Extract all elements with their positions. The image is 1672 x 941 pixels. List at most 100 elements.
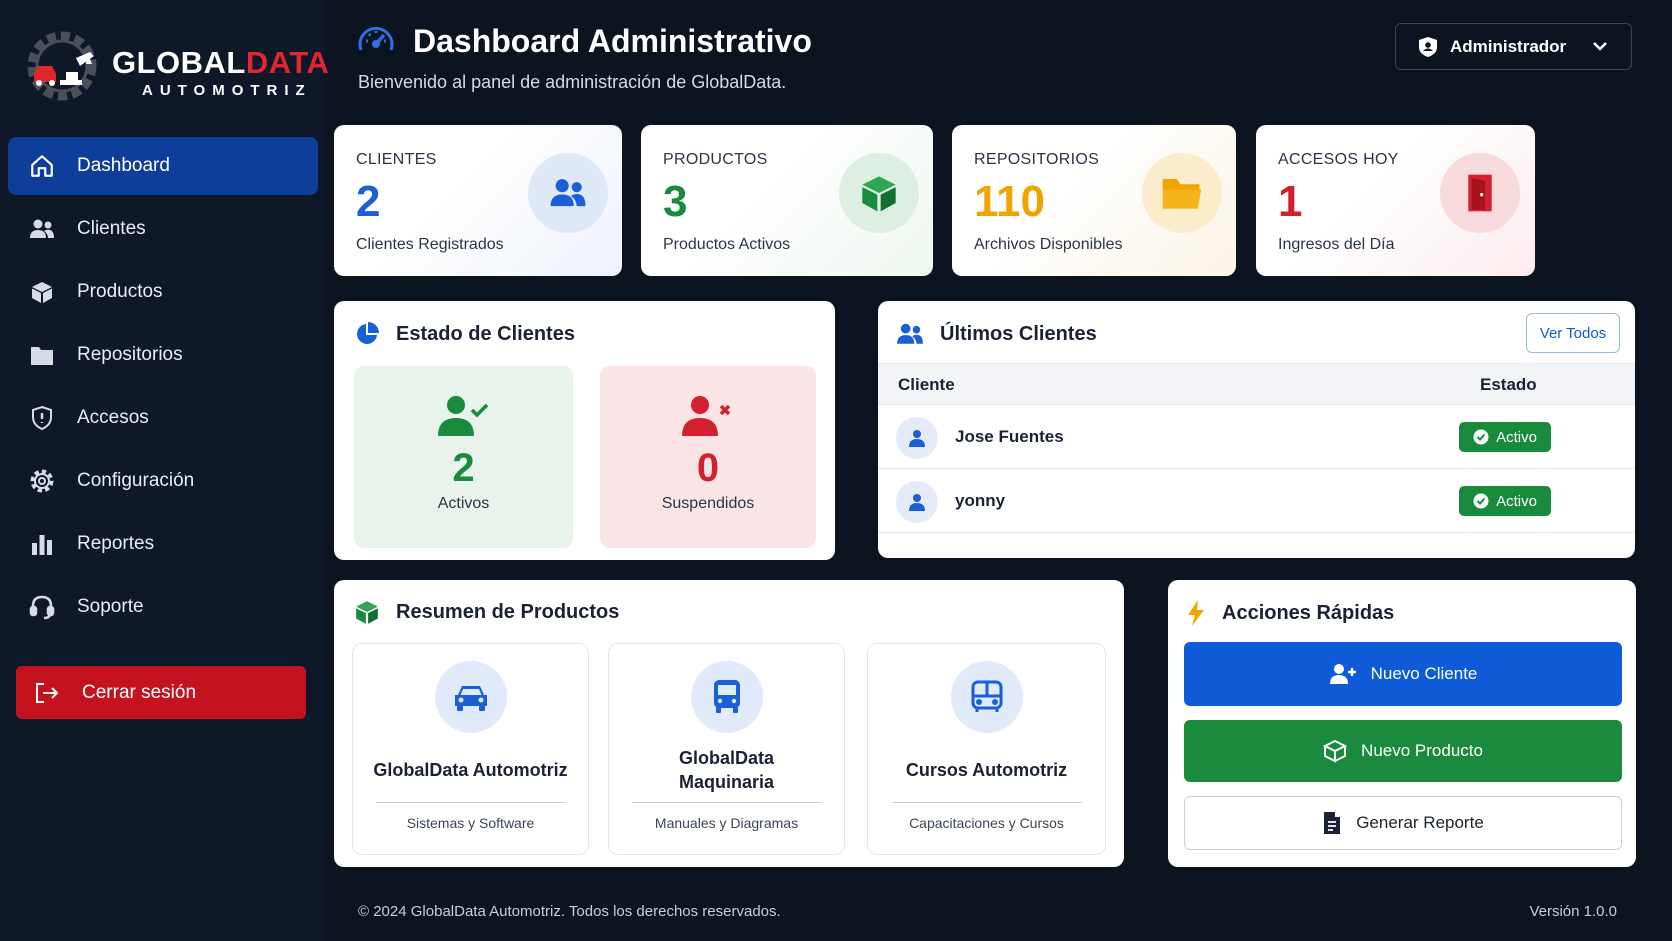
footer-version: Versión 1.0.0: [1529, 903, 1617, 920]
box-icon: [354, 599, 380, 625]
sidebar-item-productos[interactable]: Productos: [8, 263, 318, 321]
product-card-cursos[interactable]: Cursos Automotriz Capacitaciones y Curso…: [867, 643, 1106, 855]
stat-desc: Ingresos del Día: [1278, 236, 1395, 253]
estado-activos[interactable]: 2 Activos: [354, 366, 573, 548]
main-content: Dashboard Administrativo Bienvenido al p…: [325, 0, 1672, 941]
logout-button[interactable]: Cerrar sesión: [16, 666, 306, 719]
product-name: GlobalData Automotriz: [373, 760, 568, 780]
stat-value: 110: [974, 177, 1045, 226]
product-sub: Capacitaciones y Cursos: [909, 815, 1064, 831]
col-cliente[interactable]: Cliente: [898, 375, 955, 395]
sidebar-item-label: Dashboard: [77, 155, 170, 176]
stat-desc: Clientes Registrados: [356, 236, 504, 253]
sidebar-item-accesos[interactable]: Accesos: [8, 389, 318, 447]
box-icon: [28, 278, 56, 306]
home-icon: [28, 152, 56, 180]
user-role: Administrador: [1450, 36, 1567, 56]
status-badge: Activo: [1459, 422, 1551, 452]
nuevo-producto-button[interactable]: Nuevo Producto: [1184, 720, 1622, 782]
box-icon: [839, 153, 919, 233]
shield-icon: [28, 404, 56, 432]
sidebar-item-label: Clientes: [77, 218, 146, 239]
nuevo-cliente-button[interactable]: Nuevo Cliente: [1184, 642, 1622, 706]
card-title: Últimos Clientes: [896, 322, 1097, 346]
brand-subtitle: AUTOMOTRIZ: [142, 82, 312, 99]
sidebar-item-label: Soporte: [77, 596, 144, 617]
card-title: Acciones Rápidas: [1186, 599, 1394, 627]
stat-label: ACCESOS HOY: [1278, 151, 1399, 168]
footer-copyright: © 2024 GlobalData Automotriz. Todos los …: [358, 903, 781, 920]
users-icon: [896, 322, 924, 346]
stat-card-clientes[interactable]: CLIENTES 2 Clientes Registrados: [334, 125, 622, 276]
users-icon: [528, 153, 608, 233]
acciones-rapidas-card: Acciones Rápidas Nuevo Cliente Nuevo Pro…: [1168, 580, 1636, 867]
product-card-automotriz[interactable]: GlobalData Automotriz Sistemas y Softwar…: [352, 643, 589, 855]
resumen-productos-card: Resumen de Productos GlobalData Automotr…: [334, 580, 1124, 867]
box-icon: [1323, 739, 1348, 763]
sidebar: GLOBALDATA AUTOMOTRIZ Dashboard Clientes…: [0, 0, 329, 941]
divider: [375, 802, 566, 803]
user-menu-button[interactable]: Administrador: [1395, 23, 1632, 70]
stat-value: 1: [1278, 177, 1303, 226]
gear-icon: [28, 467, 56, 495]
sidebar-item-dashboard[interactable]: Dashboard: [8, 137, 318, 195]
document-icon: [1322, 811, 1342, 835]
car-icon: [434, 661, 507, 733]
sidebar-item-label: Configuración: [77, 470, 195, 491]
shield-user-icon: [1418, 36, 1438, 58]
stat-value: 2: [356, 177, 381, 226]
bus-icon: [950, 661, 1023, 733]
estado-suspendidos[interactable]: 0 Suspendidos: [600, 366, 816, 548]
divider: [631, 802, 822, 803]
user-avatar-icon: [896, 417, 938, 459]
logout-icon: [34, 679, 62, 707]
check-circle-icon: [1473, 493, 1489, 509]
stat-desc: Archivos Disponibles: [974, 236, 1123, 253]
stat-card-repositorios[interactable]: REPOSITORIOS 110 Archivos Disponibles: [952, 125, 1236, 276]
sidebar-item-label: Repositorios: [77, 344, 183, 365]
generar-reporte-button[interactable]: Generar Reporte: [1184, 796, 1622, 850]
client-name: Jose Fuentes: [955, 427, 1064, 446]
stat-card-productos[interactable]: PRODUCTOS 3 Productos Activos: [641, 125, 933, 276]
speedometer-icon: [355, 20, 397, 62]
ver-todos-button[interactable]: Ver Todos: [1526, 313, 1620, 353]
folder-icon: [28, 341, 56, 369]
sidebar-item-label: Productos: [77, 281, 163, 302]
sidebar-item-soporte[interactable]: Soporte: [8, 578, 318, 636]
user-plus-icon: [1329, 663, 1357, 685]
lightning-icon: [1186, 599, 1206, 627]
page-header: Dashboard Administrativo: [355, 20, 812, 62]
folder-open-icon: [1142, 153, 1222, 233]
suspendidos-label: Suspendidos: [661, 495, 755, 512]
table-row[interactable]: yonny Activo: [878, 469, 1635, 533]
table-row[interactable]: Jose Fuentes Activo: [878, 405, 1635, 469]
user-check-icon: [354, 394, 573, 438]
sidebar-item-configuracion[interactable]: Configuración: [8, 452, 318, 510]
product-card-maquinaria[interactable]: GlobalData Maquinaria Manuales y Diagram…: [608, 643, 845, 855]
col-estado[interactable]: Estado: [1480, 375, 1537, 395]
card-title: Resumen de Productos: [354, 599, 619, 625]
sidebar-item-repositorios[interactable]: Repositorios: [8, 326, 318, 384]
status-badge: Activo: [1459, 486, 1551, 516]
sidebar-item-label: Accesos: [77, 407, 149, 428]
stat-card-accesos[interactable]: ACCESOS HOY 1 Ingresos del Día: [1256, 125, 1535, 276]
card-title: Estado de Clientes: [354, 321, 575, 347]
user-avatar-icon: [896, 481, 938, 523]
brand-logo[interactable]: GLOBALDATA AUTOMOTRIZ: [24, 28, 329, 108]
suspendidos-count: 0: [696, 446, 720, 490]
stat-label: PRODUCTOS: [663, 151, 768, 168]
sidebar-item-clientes[interactable]: Clientes: [8, 200, 318, 258]
check-circle-icon: [1473, 429, 1489, 445]
stat-label: REPOSITORIOS: [974, 151, 1100, 168]
chevron-down-icon: [1591, 37, 1609, 60]
pie-chart-icon: [354, 321, 380, 347]
door-icon: [1440, 153, 1520, 233]
bar-chart-icon: [28, 530, 56, 558]
sidebar-item-label: Reportes: [77, 533, 155, 554]
sidebar-item-reportes[interactable]: Reportes: [8, 515, 318, 573]
gear-logo-icon: [27, 31, 97, 101]
product-name: Cursos Automotriz: [905, 760, 1068, 780]
stat-value: 3: [663, 177, 688, 226]
estado-clientes-card: Estado de Clientes 2 Activos 0 Suspendid…: [334, 301, 835, 560]
sidebar-nav: Dashboard Clientes Productos Repositorio…: [8, 137, 318, 641]
